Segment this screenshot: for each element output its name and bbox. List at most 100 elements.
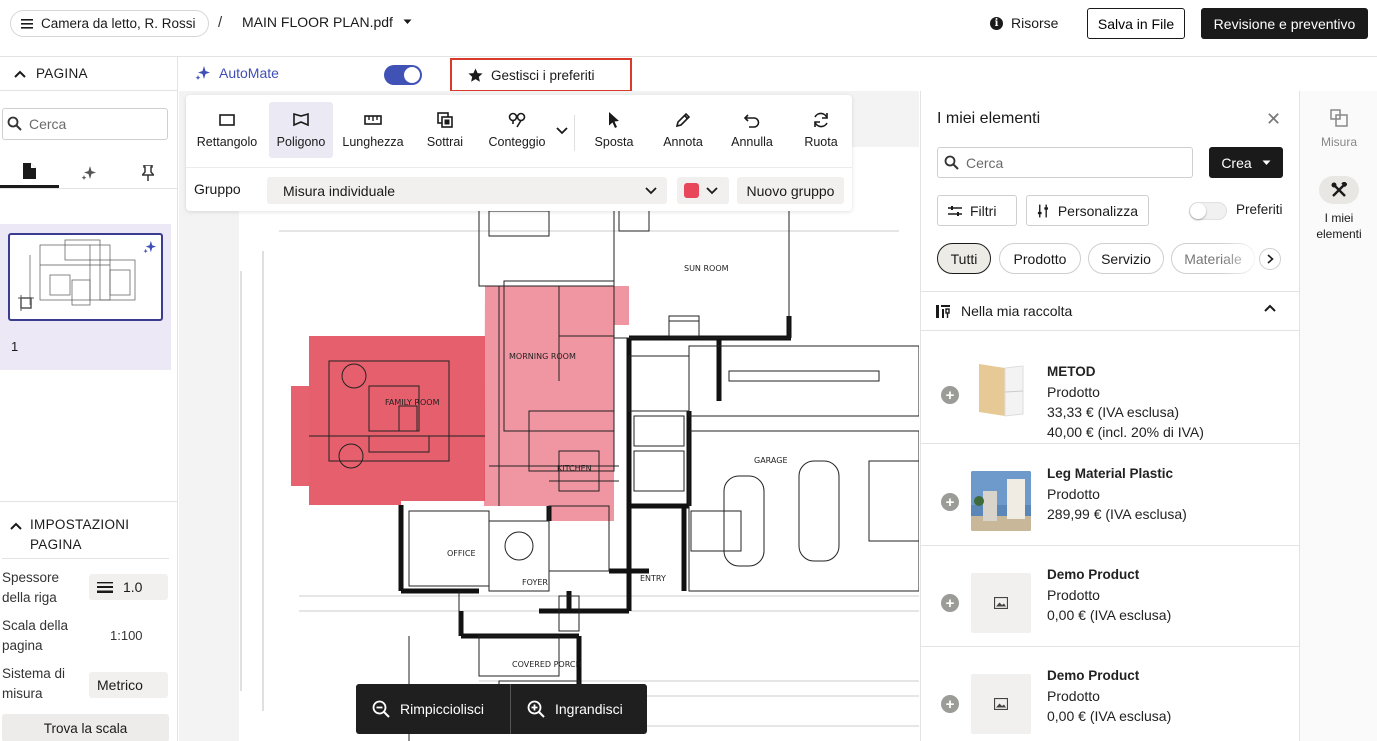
page-section-title: PAGINA [36,66,88,81]
page-tabs [0,157,177,189]
page-settings-toggle[interactable]: IMPOSTAZIONI PAGINA [0,502,178,555]
item-price: 0,00 € (IVA esclusa) [1047,708,1172,724]
page-thumbnail[interactable] [8,233,163,321]
category-chip-servizio[interactable]: Servizio [1088,243,1164,274]
tool-undo[interactable]: Annulla [722,102,782,158]
measure-system-label: Sistema di misura [2,666,66,701]
collection-section-toggle[interactable]: Nella mia raccolta [921,291,1299,331]
tab-pages[interactable] [0,157,59,188]
tab-ai[interactable] [59,157,118,188]
items-search-input[interactable]: Cerca [937,147,1193,178]
image-placeholder-icon [994,698,1008,710]
automate-label: AutoMate [195,65,279,81]
sub-bar: AutoMate Gestisci i preferiti [179,57,1377,92]
line-thickness-select[interactable]: 1.0 [89,574,168,600]
zoom-out-button[interactable]: Rimpicciolisci [356,684,510,734]
tool-label: Rettangolo [196,135,258,149]
chevron-up-icon [14,70,26,78]
my-items-panel: I miei elementi ✕ Cerca Crea Filtri Pers… [920,91,1299,741]
search-placeholder: Cerca [29,116,67,132]
page-section-toggle[interactable]: PAGINA [0,57,177,91]
add-icon[interactable]: + [941,695,959,713]
page-scale-label: Scala della pagina [2,618,69,653]
list-item[interactable]: + Leg Material Plastic Prodotto 289,99 €… [921,445,1299,546]
plan-label-morning: MORNING ROOM [509,352,576,361]
pen-icon [675,112,691,128]
customize-button[interactable]: Personalizza [1026,195,1149,226]
chevron-right-icon[interactable] [1259,248,1281,270]
resources-button[interactable]: i Risorse [990,15,1058,31]
add-icon[interactable]: + [941,493,959,511]
group-color-select[interactable] [677,177,729,204]
tool-label: Sposta [594,135,634,149]
cursor-icon [609,112,619,128]
tool-move[interactable]: Sposta [584,102,644,158]
add-icon[interactable]: + [941,594,959,612]
favorites-toggle[interactable] [1189,202,1227,220]
page-scale-value[interactable]: 1:100 [110,626,143,646]
tool-annotate[interactable]: Annota [653,102,713,158]
top-bar: Camera da letto, R. Rossi / MAIN FLOOR P… [0,0,1377,57]
image-placeholder-icon [994,597,1008,609]
polygon-icon [293,112,309,127]
plan-label-garage: GARAGE [754,456,788,465]
tool-count[interactable]: Conteggio [482,102,552,158]
rail-my-items[interactable]: I miei elementi [1300,176,1377,242]
page-settings: IMPOSTAZIONI PAGINA Spessore della riga … [0,501,178,741]
measure-icon [1330,109,1348,127]
rail-measure[interactable]: Misura [1300,108,1377,150]
review-quote-button[interactable]: Revisione e preventivo [1201,8,1368,39]
group-label: Gruppo [194,181,241,197]
adjust-icon [1037,204,1049,217]
rail-my-items-label: I miei elementi [1316,211,1362,241]
page-thumbnail-item[interactable]: 1 [0,224,171,370]
caret-down-icon [403,19,412,24]
list-item[interactable]: + METOD Prodotto 33,33 € (IVA esclusa) 4… [921,343,1299,444]
item-type: Prodotto [1047,688,1100,704]
category-chip-tutti[interactable]: Tutti [937,243,991,274]
tab-pinned[interactable] [118,157,177,188]
project-menu-button[interactable]: Camera da letto, R. Rossi [10,10,209,37]
create-button[interactable]: Crea [1209,147,1283,178]
tool-length[interactable]: Lunghezza [338,102,408,158]
list-item[interactable]: + Demo Product Prodotto 0,00 € (IVA escl… [921,647,1299,741]
manage-favorites-button[interactable]: Gestisci i preferiti [450,58,632,92]
tool-polygon[interactable]: Poligono [269,102,333,158]
page-search-input[interactable]: Cerca [2,108,168,140]
search-icon [7,116,22,131]
plan-label-family: FAMILY ROOM [385,398,440,407]
item-details: Demo Product Prodotto 0,00 € (IVA esclus… [1047,666,1171,726]
tool-subtract[interactable]: Sottrai [416,102,474,158]
close-icon[interactable]: ✕ [1266,109,1281,130]
tool-rotate[interactable]: Ruota [791,102,851,158]
automate-toggle[interactable] [384,65,422,85]
file-selector[interactable]: MAIN FLOOR PLAN.pdf [242,14,412,30]
measure-system-select[interactable]: Metrico [89,672,168,698]
panel-title: I miei elementi [937,110,1041,127]
star-icon [468,67,483,82]
group-select[interactable]: Misura individuale [267,177,667,204]
list-item[interactable]: + Demo Product Prodotto 0,00 € (IVA escl… [921,546,1299,647]
chevron-down-icon [645,186,657,194]
plan-label-entry: ENTRY [640,574,666,583]
save-file-button[interactable]: Salva in File [1087,8,1185,39]
item-details: Leg Material Plastic Prodotto 289,99 € (… [1047,464,1187,524]
zoom-in-icon [527,700,545,718]
tool-rectangle[interactable]: Rettangolo [191,102,263,158]
zoom-in-button[interactable]: Ingrandisci [511,684,647,734]
pin-icon [141,164,154,181]
zoom-out-icon [372,700,390,718]
find-scale-button[interactable]: Trova la scala [2,714,169,741]
group-value: Misura individuale [283,182,396,199]
tool-label: Sottrai [426,135,464,149]
chevron-down-icon[interactable] [556,127,568,135]
customize-label: Personalizza [1057,202,1138,219]
filters-button[interactable]: Filtri [937,195,1017,226]
category-chip-prodotto[interactable]: Prodotto [999,243,1081,274]
rail-icon-background [1319,176,1359,204]
zoom-in-label: Ingrandisci [555,701,623,717]
right-rail: Misura I miei elementi [1299,91,1377,741]
new-group-button[interactable]: Nuovo gruppo [737,177,844,204]
add-icon[interactable]: + [941,386,959,404]
measure-toolbar: Rettangolo Poligono Lunghezza Sottrai Co… [186,95,852,211]
